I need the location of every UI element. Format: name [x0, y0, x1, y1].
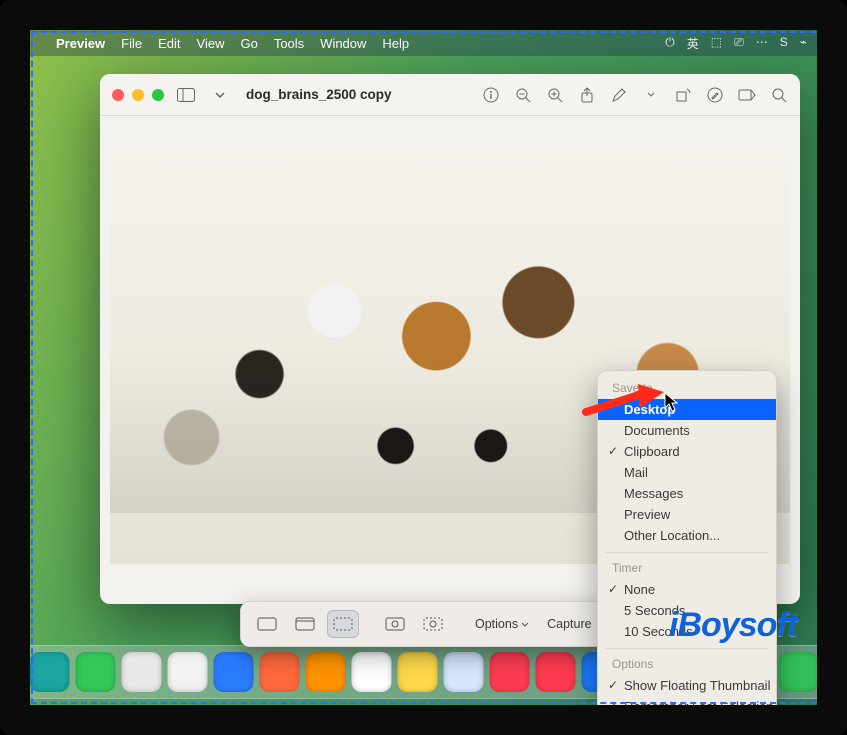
check-icon: ✓ — [608, 444, 618, 458]
toolbar-tools — [482, 86, 788, 104]
saveto-desktop[interactable]: Desktop — [598, 399, 776, 420]
saveto-desktop-label: Desktop — [624, 402, 675, 417]
crop-border-top — [31, 31, 816, 33]
section-options: Options — [598, 655, 776, 675]
menu-view[interactable]: View — [197, 36, 225, 51]
saveto-mail[interactable]: Mail — [598, 462, 776, 483]
search-icon[interactable] — [770, 86, 788, 104]
timer-none-label: None — [624, 582, 655, 597]
title-dropdown-icon[interactable] — [208, 85, 232, 105]
menu-bar: Preview File Edit View Go Tools Window H… — [30, 30, 817, 56]
tag-icon[interactable] — [738, 86, 756, 104]
saveto-documents[interactable]: Documents — [598, 420, 776, 441]
check-icon: ✓ — [608, 582, 618, 596]
chevron-down-icon — [521, 622, 529, 627]
dock-app-notes[interactable] — [397, 652, 437, 692]
popover-divider-1 — [606, 552, 768, 553]
dock-app-news[interactable] — [535, 652, 575, 692]
zoom-in-icon[interactable] — [546, 86, 564, 104]
minimize-button[interactable] — [132, 89, 144, 101]
saveto-messages-label: Messages — [624, 486, 683, 501]
section-save-to: Save to — [598, 379, 776, 399]
saveto-other[interactable]: Other Location... — [598, 525, 776, 546]
dock-app-music[interactable] — [489, 652, 529, 692]
markup-dropdown-icon[interactable] — [642, 86, 660, 104]
menu-file[interactable]: File — [121, 36, 142, 51]
record-selection-button[interactable] — [417, 610, 449, 638]
dock-app-mail[interactable] — [213, 652, 253, 692]
saveto-mail-label: Mail — [624, 465, 648, 480]
section-timer: Timer — [598, 559, 776, 579]
timer-10s-label: 10 Seconds — [624, 624, 693, 639]
markup-icon[interactable] — [610, 86, 628, 104]
dock-app-reminders[interactable] — [259, 652, 299, 692]
capture-entire-screen-button[interactable] — [251, 610, 283, 638]
opt-floating-thumb[interactable]: ✓ Show Floating Thumbnail — [598, 675, 776, 696]
saveto-documents-label: Documents — [624, 423, 690, 438]
dock-app-pages[interactable] — [305, 652, 345, 692]
menubar-right: ⏻ 英 ⬚ ⎚ ⋯ S ⌁ — [665, 35, 807, 52]
menu-go[interactable]: Go — [240, 36, 257, 51]
menu-edit[interactable]: Edit — [158, 36, 180, 51]
traffic-lights — [112, 89, 164, 101]
check-icon: ✓ — [608, 678, 618, 692]
dock-app-chrome[interactable] — [121, 652, 161, 692]
opt-floating-thumb-label: Show Floating Thumbnail — [624, 678, 770, 693]
dock-app-messages[interactable] — [75, 652, 115, 692]
menu-window[interactable]: Window — [320, 36, 366, 51]
dock-app-calendar[interactable] — [351, 652, 391, 692]
capture-button[interactable]: Capture — [539, 613, 599, 635]
status-1[interactable]: ⏻ — [665, 35, 675, 52]
timer-none[interactable]: ✓ None — [598, 579, 776, 600]
info-icon[interactable] — [482, 86, 500, 104]
timer-5s-label: 5 Seconds — [624, 603, 685, 618]
share-icon[interactable] — [578, 86, 596, 104]
close-button[interactable] — [112, 89, 124, 101]
crop-border-bottom — [31, 702, 816, 704]
capture-selection-button[interactable] — [327, 610, 359, 638]
capture-window-button[interactable] — [289, 610, 321, 638]
dock-app-photos[interactable] — [167, 652, 207, 692]
saveto-preview[interactable]: Preview — [598, 504, 776, 525]
saveto-messages[interactable]: Messages — [598, 483, 776, 504]
status-input[interactable]: 英 — [687, 35, 699, 52]
macos-desktop: Preview File Edit View Go Tools Window H… — [30, 30, 817, 705]
capture-label: Capture — [547, 617, 591, 631]
options-label: Options — [475, 617, 518, 631]
popover-divider-2 — [606, 648, 768, 649]
timer-10s[interactable]: 10 Seconds — [598, 621, 776, 642]
menubar-app-name[interactable]: Preview — [56, 36, 105, 51]
edit-icon[interactable] — [706, 86, 724, 104]
record-entire-screen-button[interactable] — [379, 610, 411, 638]
zoom-out-icon[interactable] — [514, 86, 532, 104]
menu-help[interactable]: Help — [382, 36, 409, 51]
menu-tools[interactable]: Tools — [274, 36, 304, 51]
crop-border-right — [31, 31, 33, 704]
status-6[interactable]: S — [780, 35, 788, 52]
status-3[interactable]: ⬚ — [711, 35, 722, 52]
sidebar-toggle-icon[interactable] — [174, 85, 198, 105]
saveto-other-label: Other Location... — [624, 528, 720, 543]
status-7[interactable]: ⌁ — [800, 35, 807, 52]
screenshot-toolbar: Options Capture — [240, 601, 610, 647]
saveto-clipboard-label: Clipboard — [624, 444, 680, 459]
dock-app-edge[interactable] — [30, 652, 69, 692]
saveto-clipboard[interactable]: ✓ Clipboard — [598, 441, 776, 462]
rotate-icon[interactable] — [674, 86, 692, 104]
timer-5s[interactable]: 5 Seconds — [598, 600, 776, 621]
titlebar: dog_brains_2500 copy — [100, 74, 800, 116]
options-popover: Save to Desktop Documents ✓ Clipboard Mai… — [597, 370, 777, 705]
document-title[interactable]: dog_brains_2500 copy — [246, 87, 392, 102]
saveto-preview-label: Preview — [624, 507, 670, 522]
status-5[interactable]: ⋯ — [756, 35, 768, 52]
dock-app-wechat[interactable] — [778, 652, 817, 692]
status-4[interactable]: ⎚ — [734, 35, 744, 52]
zoom-button[interactable] — [152, 89, 164, 101]
dock-app-safari[interactable] — [443, 652, 483, 692]
options-button[interactable]: Options — [469, 613, 535, 635]
